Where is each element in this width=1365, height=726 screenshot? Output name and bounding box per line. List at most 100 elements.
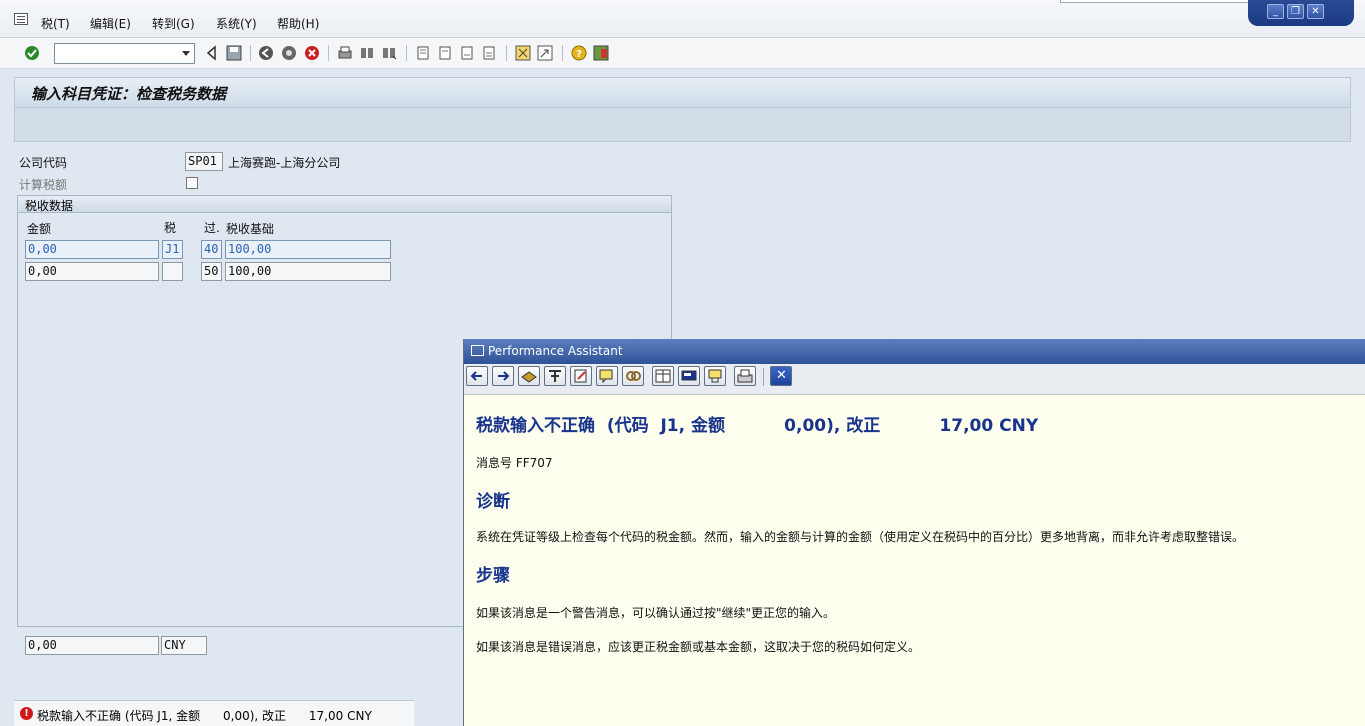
menu-goto[interactable]: 转到(G)	[152, 15, 195, 32]
pa-toolbar: ✕	[464, 364, 1365, 395]
pa-heading: 税款输入不正确 (代码 J1, 金额 0,00), 改正 17,00 CNY	[476, 416, 1039, 436]
close-window-button[interactable]: ✕	[1307, 4, 1324, 19]
back-icon[interactable]	[204, 45, 220, 61]
pa-tech-info-button[interactable]	[544, 366, 566, 386]
restore-button[interactable]: ❐	[1287, 4, 1304, 19]
svg-text:?: ?	[576, 49, 582, 60]
total-amount-field: 0,00	[25, 636, 159, 655]
tax-data-title: 税收数据	[25, 199, 74, 213]
toolbar-separator	[250, 45, 251, 61]
top-strip	[1060, 0, 1250, 3]
toolbar-separator	[562, 45, 563, 61]
tax-code-field[interactable]	[162, 262, 183, 281]
menu-edit[interactable]: 编辑(E)	[90, 15, 131, 32]
settings-icon	[708, 369, 722, 383]
amount-field[interactable]: 0,00	[25, 262, 159, 281]
pa-close-button[interactable]: ✕	[770, 366, 792, 386]
create-session-icon[interactable]	[515, 45, 531, 61]
toolbar-separator	[328, 45, 329, 61]
last-page-icon[interactable]	[481, 45, 497, 61]
pa-table-button[interactable]	[652, 366, 674, 386]
column-amount: 金额	[27, 222, 52, 236]
nav-back-icon[interactable]	[258, 45, 274, 61]
pa-title: Performance Assistant	[488, 344, 623, 358]
first-page-icon[interactable]	[415, 45, 431, 61]
company-name: 上海赛跑-上海分公司	[228, 156, 341, 170]
page-title: 输入科目凭证：检查税务数据	[31, 85, 227, 103]
find-icon[interactable]	[359, 45, 375, 61]
pa-display-button[interactable]	[678, 366, 700, 386]
arrow-right-icon	[498, 371, 510, 381]
pa-step-2: 如果该消息是错误消息，应该更正税金额或基本金额，这取决于您的税码如何定义。	[476, 640, 921, 654]
pa-book-button[interactable]	[518, 366, 540, 386]
tax-base-field[interactable]: 100,00	[225, 262, 391, 281]
window-icon	[471, 345, 484, 356]
menu-help[interactable]: 帮助(H)	[277, 15, 319, 32]
column-tax: 税	[164, 221, 177, 235]
comment-icon	[599, 369, 613, 384]
edit-icon	[574, 369, 587, 383]
pa-print-button[interactable]	[734, 366, 756, 386]
pa-link-button[interactable]	[622, 366, 644, 386]
pa-back-button[interactable]	[466, 366, 488, 386]
display-icon	[681, 370, 697, 381]
minimize-button[interactable]: _	[1267, 4, 1284, 19]
pa-steps-title: 步骤	[476, 566, 510, 586]
pa-edit-button[interactable]	[570, 366, 592, 386]
posting-key-field[interactable]: 40	[201, 240, 222, 259]
pa-settings-button[interactable]	[704, 366, 726, 386]
toolbar-separator	[406, 45, 407, 61]
currency-field: CNY	[161, 636, 207, 655]
company-code-field[interactable]: SP01	[185, 152, 223, 171]
table-icon	[655, 369, 671, 383]
print-icon	[737, 369, 753, 383]
screen-title-bar: 输入科目凭证：检查税务数据	[14, 77, 1351, 108]
tax-code-field[interactable]: J1	[162, 240, 183, 259]
tax-base-field[interactable]: 100,00	[225, 240, 391, 259]
pa-diagnosis-text: 系统在凭证等级上检查每个代码的税金额。然而，输入的金额与计算的金额（使用定义在税…	[476, 530, 1245, 544]
menu-system[interactable]: 系统(Y)	[216, 15, 257, 32]
calc-tax-label: 计算税额	[19, 178, 68, 192]
arrow-left-icon	[470, 371, 482, 381]
column-posting: 过.	[204, 221, 220, 235]
save-icon[interactable]	[226, 45, 242, 61]
pa-content: 税款输入不正确 (代码 J1, 金额 0,00), 改正 17,00 CNY 消…	[464, 396, 1365, 726]
menu-bar: 税(T) 编辑(E) 转到(G) 系统(Y) 帮助(H)	[0, 0, 1365, 38]
status-message: 税款输入不正确 (代码 J1, 金额 0,00), 改正 17,00 CNY	[37, 709, 372, 723]
error-icon: !	[20, 707, 33, 720]
posting-key-field[interactable]: 50	[201, 262, 222, 281]
find-next-icon[interactable]	[381, 45, 397, 61]
tax-data-header: 税收数据	[18, 196, 671, 213]
prev-page-icon[interactable]	[437, 45, 453, 61]
calc-tax-checkbox[interactable]	[186, 177, 198, 189]
pa-toolbar-separator	[763, 368, 764, 386]
pa-message-number: 消息号 FF707	[476, 456, 553, 470]
close-icon: ✕	[776, 368, 787, 383]
next-page-icon[interactable]	[459, 45, 475, 61]
command-field[interactable]	[54, 43, 195, 64]
pa-step-1: 如果该消息是一个警告消息，可以确认通过按"继续"更正您的输入。	[476, 606, 836, 620]
tech-info-icon	[549, 370, 561, 382]
layout-icon[interactable]	[593, 45, 609, 61]
pa-forward-button[interactable]	[492, 366, 514, 386]
pa-title-bar[interactable]: Performance Assistant	[464, 339, 1365, 364]
chevron-down-icon[interactable]	[182, 51, 190, 56]
cancel-icon[interactable]	[304, 45, 320, 61]
enter-icon[interactable]	[24, 45, 40, 61]
system-menu-icon[interactable]	[14, 13, 28, 25]
menu-tax[interactable]: 税(T)	[41, 15, 70, 32]
company-code-label: 公司代码	[19, 156, 68, 170]
standard-toolbar: ?	[0, 38, 1365, 69]
status-bar[interactable]: ! 税款输入不正确 (代码 J1, 金额 0,00), 改正 17,00 CNY	[14, 700, 414, 726]
toolbar-separator	[506, 45, 507, 61]
amount-field[interactable]: 0,00	[25, 240, 159, 259]
print-icon[interactable]	[337, 45, 353, 61]
help-icon[interactable]: ?	[571, 45, 587, 61]
pa-comment-button[interactable]	[596, 366, 618, 386]
pa-diagnosis-title: 诊断	[476, 492, 510, 512]
exit-icon[interactable]	[281, 45, 297, 61]
window-controls: _ ❐ ✕	[1248, 0, 1354, 26]
shortcut-icon[interactable]	[537, 45, 553, 61]
performance-assistant-window: Performance Assistant ✕ 税款输入不正确 (代码 J1, …	[463, 339, 1365, 726]
application-toolbar	[14, 108, 1351, 142]
